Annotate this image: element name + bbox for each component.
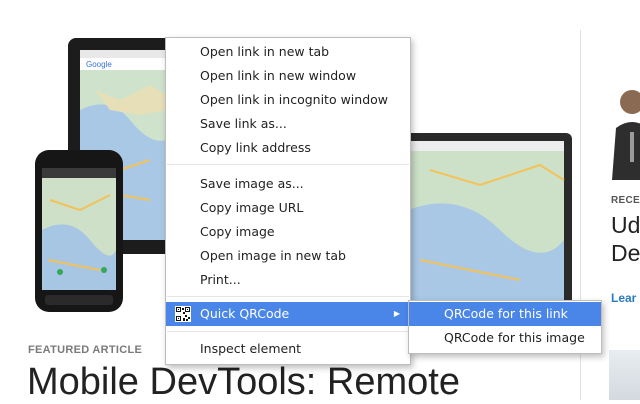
menu-item-quick-qrcode[interactable]: Quick QRCode ▶ (166, 302, 410, 326)
recent-label: RECEN (611, 195, 640, 206)
article-thumbnail (609, 350, 640, 400)
qrcode-submenu: QRCode for this link QRCode for this ima… (408, 300, 602, 354)
menu-item-label: Inspect element (200, 341, 302, 356)
menu-item-label: Quick QRCode (200, 306, 290, 321)
svg-text:Google: Google (86, 60, 112, 69)
menu-item-open-link-incognito[interactable]: Open link in incognito window (166, 88, 410, 112)
menu-item-label: Save image as... (200, 176, 304, 191)
menu-item-label: Open link in incognito window (200, 92, 389, 107)
recent-title-line: De (611, 240, 640, 266)
menu-item-label: Open link in new window (200, 68, 357, 83)
menu-separator (167, 164, 409, 165)
menu-item-label: Open image in new tab (200, 248, 346, 263)
page: Google FEATURED ARTICLE Mobile DevTools:… (0, 0, 640, 403)
submenu-item-qrcode-link[interactable]: QRCode for this link (409, 302, 601, 326)
article-title[interactable]: Mobile DevTools: Remote (27, 360, 460, 404)
menu-item-save-link-as[interactable]: Save link as... (166, 112, 410, 136)
menu-item-open-image-new-tab[interactable]: Open image in new tab (166, 244, 410, 268)
author-photo (608, 80, 640, 180)
menu-item-open-link-new-tab[interactable]: Open link in new tab (166, 40, 410, 64)
submenu-item-qrcode-image[interactable]: QRCode for this image (409, 326, 601, 350)
menu-item-label: Open link in new tab (200, 44, 330, 59)
context-menu: Open link in new tab Open link in new wi… (165, 37, 411, 365)
menu-item-save-image-as[interactable]: Save image as... (166, 172, 410, 196)
submenu-item-label: QRCode for this link (444, 306, 568, 321)
menu-item-inspect-element[interactable]: Inspect element (166, 337, 410, 361)
menu-item-label: Copy link address (200, 140, 311, 155)
learn-more-link[interactable]: Lear (611, 291, 636, 305)
menu-separator (167, 296, 409, 297)
menu-item-print[interactable]: Print... (166, 268, 410, 292)
menu-separator (167, 331, 409, 332)
menu-item-label: Copy image URL (200, 200, 304, 215)
menu-item-copy-image-url[interactable]: Copy image URL (166, 196, 410, 220)
menu-item-label: Save link as... (200, 116, 287, 131)
submenu-item-label: QRCode for this image (444, 330, 585, 345)
qrcode-icon (175, 306, 191, 322)
menu-item-copy-image[interactable]: Copy image (166, 220, 410, 244)
recent-article-title[interactable]: Ud De (611, 211, 640, 267)
menu-item-open-link-new-window[interactable]: Open link in new window (166, 64, 410, 88)
menu-item-label: Print... (200, 272, 241, 287)
featured-article-label: FEATURED ARTICLE (28, 344, 143, 356)
menu-item-label: Copy image (200, 224, 275, 239)
menu-item-copy-link-address[interactable]: Copy link address (166, 136, 410, 160)
submenu-arrow-icon: ▶ (393, 309, 401, 318)
recent-title-line: Ud (611, 212, 640, 238)
